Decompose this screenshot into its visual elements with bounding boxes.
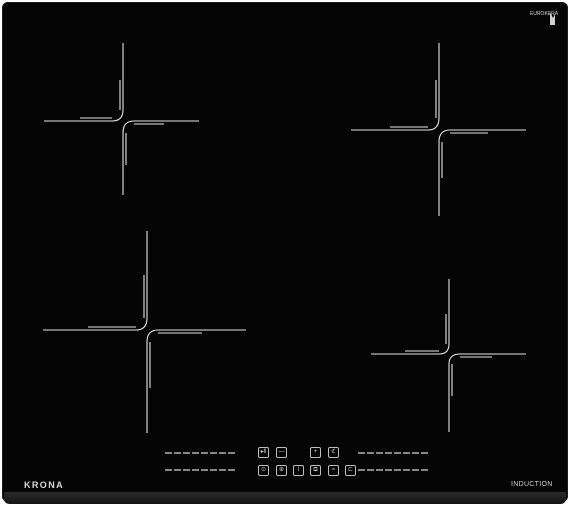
zone-select-icon[interactable]: ⧉ [310,465,321,476]
timer-icon[interactable]: ⊙ [258,465,269,476]
cooking-zone-markings [43,43,526,471]
flame-icon [550,12,555,25]
lock-icon[interactable]: ⊕ [276,465,287,476]
minus-icon[interactable]: — [276,447,287,458]
front-left-zone[interactable] [43,231,246,433]
power-icon[interactable]: ǀ [293,465,304,476]
play-pause-icon[interactable]: ▸‖ [258,447,269,458]
glass-brand-line1: EUROKERA [530,11,559,17]
rear-right-zone[interactable] [351,43,526,216]
booster-icon[interactable]: ℭ [328,447,339,458]
keep-warm-icon[interactable]: ≈ [328,465,339,476]
rear-left-zone[interactable] [44,43,199,195]
front-right-zone[interactable] [371,279,526,432]
eurokera-logo: EUROKERA [530,11,559,25]
plus-icon[interactable]: + [310,447,321,458]
brand-logo: KRONA [24,480,64,490]
pause-icon[interactable]: ⊏ [345,465,356,476]
induction-label: INDUCTION [511,481,553,488]
